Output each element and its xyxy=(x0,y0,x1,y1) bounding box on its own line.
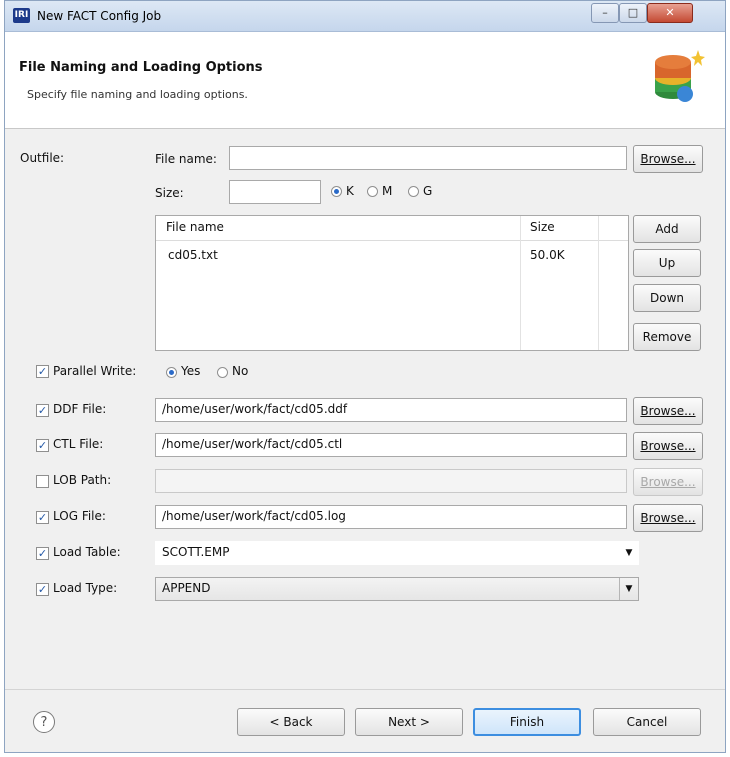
ctl-file-checkbox[interactable]: ✓ xyxy=(36,439,49,452)
add-button[interactable]: Add xyxy=(633,215,701,243)
finish-button[interactable]: Finish xyxy=(473,708,581,736)
size-unit-k-label: K xyxy=(346,184,354,198)
ddf-browse-button[interactable]: Browse... xyxy=(633,397,703,425)
down-button[interactable]: Down xyxy=(633,284,701,312)
load-type-label: Load Type: xyxy=(53,581,118,595)
table-header: File name Size xyxy=(156,216,628,241)
parallel-write-checkbox[interactable]: ✓ xyxy=(36,365,49,378)
wizard-header: File Naming and Loading Options Specify … xyxy=(5,32,725,129)
load-table-value: SCOTT.EMP xyxy=(162,545,230,559)
close-button[interactable]: ✕ xyxy=(647,3,693,23)
outfile-browse-button[interactable]: Browse... xyxy=(633,145,703,173)
close-icon: ✕ xyxy=(665,6,675,19)
cancel-button[interactable]: Cancel xyxy=(593,708,701,736)
outfile-label: Outfile: xyxy=(20,151,65,165)
ddf-browse-label: Browse... xyxy=(640,404,696,418)
page-subtitle: Specify file naming and loading options. xyxy=(27,88,248,101)
file-name-input[interactable] xyxy=(229,146,627,170)
back-button[interactable]: < Back xyxy=(237,708,345,736)
app-icon: IRI xyxy=(13,8,30,23)
load-type-select[interactable]: APPEND ▼ xyxy=(155,577,639,601)
database-wizard-icon xyxy=(655,50,705,102)
size-unit-k-radio[interactable] xyxy=(331,186,342,197)
ddf-file-input[interactable]: /home/user/work/fact/cd05.ddf xyxy=(155,398,627,422)
maximize-button[interactable]: □ xyxy=(619,3,647,23)
outfile-browse-label: Browse... xyxy=(640,152,696,166)
remove-button[interactable]: Remove xyxy=(633,323,701,351)
lob-path-checkbox[interactable] xyxy=(36,475,49,488)
size-unit-g-label: G xyxy=(423,184,433,198)
minimize-icon: – xyxy=(602,6,608,19)
dialog-window: IRI New FACT Config Job – □ ✕ File Namin… xyxy=(4,0,726,753)
footer-divider xyxy=(5,689,725,690)
column-size[interactable]: Size xyxy=(530,220,555,234)
load-table-combo[interactable]: SCOTT.EMP ▼ xyxy=(155,541,639,565)
parallel-write-label: Parallel Write: xyxy=(53,364,137,378)
column-divider xyxy=(598,216,599,350)
parallel-write-no-radio[interactable] xyxy=(217,367,228,378)
ctl-browse-label: Browse... xyxy=(640,439,696,453)
size-unit-g-radio[interactable] xyxy=(408,186,419,197)
ddf-file-checkbox[interactable]: ✓ xyxy=(36,404,49,417)
load-type-value: APPEND xyxy=(162,581,211,595)
ddf-file-label: DDF File: xyxy=(53,402,107,416)
lob-path-input xyxy=(155,469,627,493)
ctl-file-label: CTL File: xyxy=(53,437,104,451)
size-input[interactable] xyxy=(229,180,321,204)
file-name-label: File name: xyxy=(155,152,217,166)
next-button[interactable]: Next > xyxy=(355,708,463,736)
size-unit-m-radio[interactable] xyxy=(367,186,378,197)
column-file-name[interactable]: File name xyxy=(166,220,224,234)
maximize-icon: □ xyxy=(627,6,639,19)
ctl-browse-button[interactable]: Browse... xyxy=(633,432,703,460)
log-browse-button[interactable]: Browse... xyxy=(633,504,703,532)
parallel-write-no-label: No xyxy=(232,364,249,378)
log-browse-label: Browse... xyxy=(640,511,696,525)
log-file-input[interactable]: /home/user/work/fact/cd05.log xyxy=(155,505,627,529)
window-title: New FACT Config Job xyxy=(37,9,162,23)
column-divider xyxy=(520,216,521,350)
load-table-checkbox[interactable]: ✓ xyxy=(36,547,49,560)
chevron-down-icon[interactable]: ▼ xyxy=(620,542,638,564)
minimize-button[interactable]: – xyxy=(591,3,619,23)
log-file-checkbox[interactable]: ✓ xyxy=(36,511,49,524)
file-table[interactable]: File name Size cd05.txt 50.0K xyxy=(155,215,629,351)
log-file-label: LOG File: xyxy=(53,509,106,523)
up-button[interactable]: Up xyxy=(633,249,701,277)
size-unit-m-label: M xyxy=(382,184,393,198)
ctl-file-input[interactable]: /home/user/work/fact/cd05.ctl xyxy=(155,433,627,457)
table-row-file-name[interactable]: cd05.txt xyxy=(168,248,218,262)
parallel-write-yes-radio[interactable] xyxy=(166,367,177,378)
lob-browse-label: Browse... xyxy=(640,475,696,489)
page-title: File Naming and Loading Options xyxy=(19,60,263,75)
lob-path-label: LOB Path: xyxy=(53,473,112,487)
title-bar[interactable]: IRI New FACT Config Job – □ ✕ xyxy=(5,1,725,32)
parallel-write-yes-label: Yes xyxy=(181,364,201,378)
help-icon[interactable]: ? xyxy=(33,711,55,733)
load-table-label: Load Table: xyxy=(53,545,121,559)
size-label: Size: xyxy=(155,186,184,200)
chevron-down-icon[interactable]: ▼ xyxy=(619,578,638,600)
table-row-size[interactable]: 50.0K xyxy=(530,248,565,262)
lob-browse-button: Browse... xyxy=(633,468,703,496)
load-type-checkbox[interactable]: ✓ xyxy=(36,583,49,596)
